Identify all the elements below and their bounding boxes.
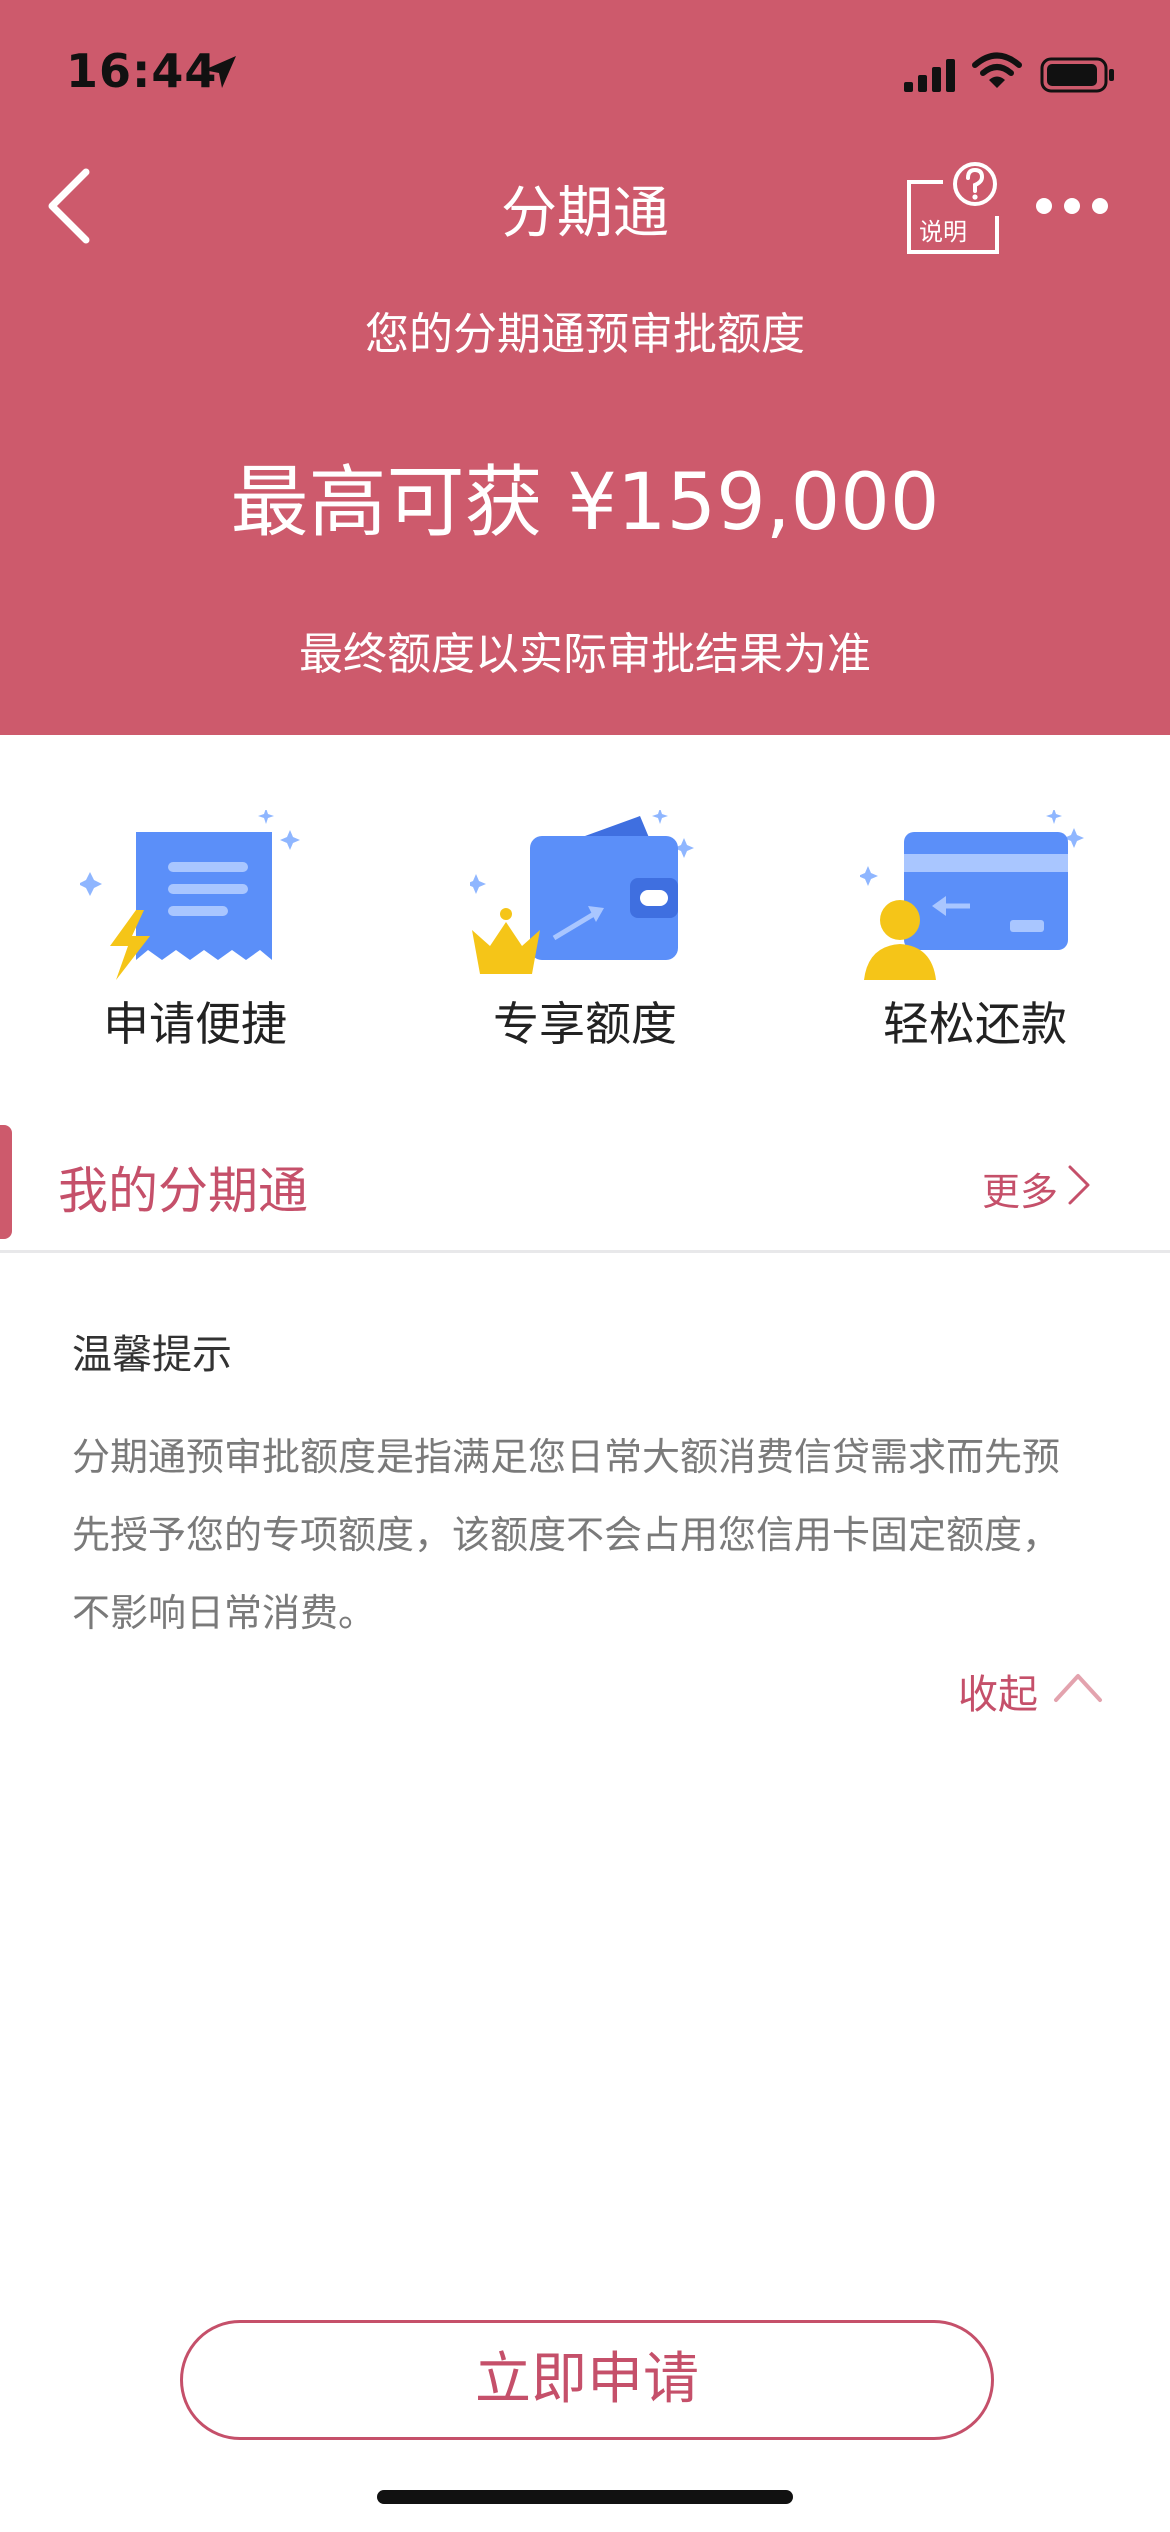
my-installment-section: 我的分期通 更多: [0, 1125, 1170, 1253]
wifi-icon: [972, 52, 1022, 88]
chevron-up-icon[interactable]: [1052, 1670, 1104, 1704]
help-label: 说明: [919, 218, 967, 246]
section-title: 我的分期通: [58, 1162, 308, 1220]
header-banner: 16:44 分期通 说明 您的分期通预审批额度 最高可获 ¥159,000 最终…: [0, 0, 1170, 735]
quota-note: 最终额度以实际审批结果为准: [299, 629, 871, 680]
cellular-signal-icon: [904, 59, 955, 92]
more-dots-icon[interactable]: [1032, 186, 1112, 226]
receipt-lightning-icon: [80, 810, 300, 980]
section-accent-bar: [0, 1125, 12, 1239]
feature-easy-repayment: 轻松还款: [780, 800, 1170, 1060]
collapse-link[interactable]: 收起: [958, 1662, 1038, 1720]
quota-label: 您的分期通预审批额度: [365, 309, 805, 360]
chevron-right-icon[interactable]: [1066, 1163, 1092, 1207]
card-user-icon: [860, 810, 1084, 980]
battery-icon: [1040, 57, 1114, 93]
feature-exclusive-quota: 专享额度: [390, 800, 780, 1060]
back-chevron-icon[interactable]: [42, 164, 98, 248]
home-indicator: [377, 2490, 793, 2504]
more-link[interactable]: 更多: [982, 1161, 1058, 1216]
wallet-crown-icon: [470, 810, 694, 974]
tips-text: 分期通预审批额度是指满足您日常大额消费信贷需求而先预先授予您的专项额度，该额度不…: [72, 1435, 1061, 1635]
feature-label: 专享额度: [493, 997, 677, 1051]
help-button[interactable]: 说明: [905, 160, 1005, 256]
quota-value: 最高可获 ¥159,000: [230, 458, 940, 548]
page-title: 分期通: [501, 181, 669, 246]
feature-label: 申请便捷: [103, 997, 287, 1051]
location-arrow-icon: [204, 56, 236, 88]
feature-label: 轻松还款: [883, 997, 1067, 1051]
status-time: 16:44: [66, 44, 218, 98]
apply-now-button[interactable]: 立即申请: [180, 2320, 994, 2440]
tips-title: 温馨提示: [72, 1332, 232, 1378]
feature-easy-apply: 申请便捷: [0, 800, 390, 1060]
